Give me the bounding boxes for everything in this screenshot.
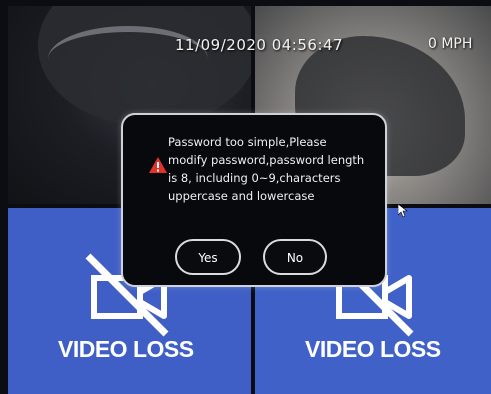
yes-button[interactable]: Yes (175, 239, 241, 275)
dialog-message-line: is 8, including 0~9,characters (168, 171, 341, 185)
dvr-screen: VIDEO LOSS VIDEO LOSS 11/09/2020 04:56:4… (0, 0, 491, 394)
password-warning-dialog: Password too simple,Please modify passwo… (121, 113, 387, 287)
dialog-message-line: uppercase and lowercase (168, 189, 315, 203)
dialog-message-line: Password too simple,Please (168, 135, 327, 149)
dialog-message: Password too simple,Please modify passwo… (168, 133, 378, 205)
mouse-cursor-icon (398, 204, 408, 218)
timestamp-overlay: 11/09/2020 04:56:47 (175, 36, 344, 54)
warning-icon (149, 157, 167, 173)
video-loss-label: VIDEO LOSS (58, 336, 194, 362)
speed-overlay: 0 MPH (428, 36, 473, 52)
no-button[interactable]: No (263, 239, 327, 275)
video-loss-label: VIDEO LOSS (305, 336, 441, 362)
dialog-message-line: modify password,password length (168, 153, 365, 167)
